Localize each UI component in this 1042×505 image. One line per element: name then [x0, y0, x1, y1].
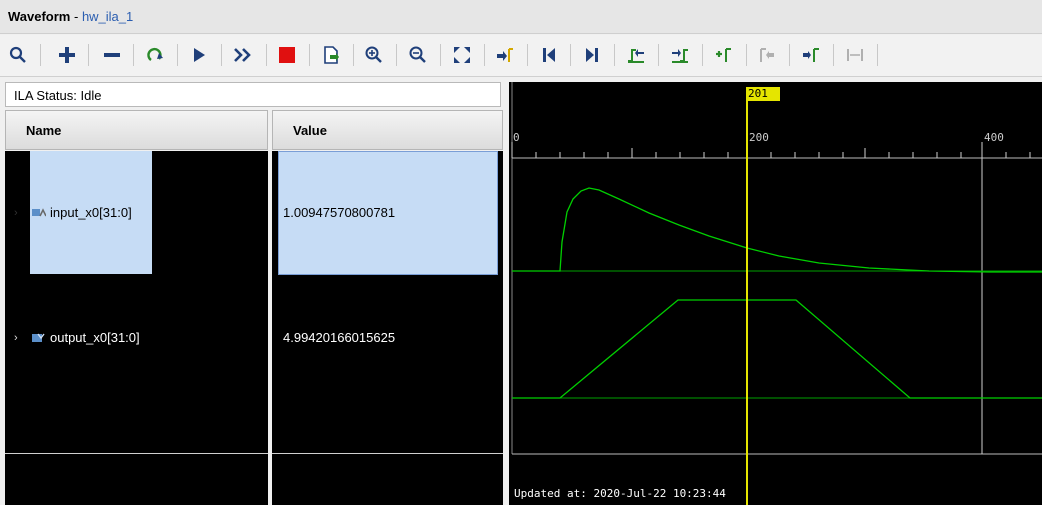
output-waveform	[512, 299, 1042, 399]
toolbar-separator	[833, 44, 834, 66]
toolbar-separator	[353, 44, 354, 66]
toolbar-separator	[746, 44, 747, 66]
title-bar: Waveform - hw_ila_1	[0, 0, 1042, 34]
zoom-out-icon[interactable]	[406, 42, 430, 68]
toolbar-separator	[309, 44, 310, 66]
export-icon[interactable]	[319, 42, 343, 68]
toolbar-separator	[440, 44, 441, 66]
signal-name: output_x0[31:0]	[50, 330, 140, 345]
next-transition-icon[interactable]	[668, 42, 692, 68]
toolbar-separator	[877, 44, 878, 66]
toolbar	[0, 35, 1042, 77]
ruler-tick-label: 0	[513, 131, 520, 144]
go-to-cursor-icon[interactable]	[493, 42, 517, 68]
waveform-canvas[interactable]	[509, 82, 1042, 505]
toolbar-separator	[702, 44, 703, 66]
previous-transition-icon[interactable]	[624, 42, 648, 68]
run-trigger-icon[interactable]	[187, 42, 211, 68]
signal-row-output[interactable]: › output_x0[31:0]	[14, 330, 140, 345]
waveform-panel[interactable]	[509, 82, 1042, 505]
signal-value: 1.00947570800781	[283, 205, 396, 220]
title-separator: -	[70, 9, 82, 24]
go-to-start-icon[interactable]	[537, 42, 561, 68]
ruler-ticks	[511, 142, 1031, 158]
toolbar-separator	[221, 44, 222, 66]
toolbar-separator	[527, 44, 528, 66]
toolbar-separator	[133, 44, 134, 66]
add-icon[interactable]	[55, 42, 79, 68]
remove-icon[interactable]	[100, 42, 124, 68]
signal-value: 4.99420166015625	[283, 330, 396, 345]
run-trigger-immediate-icon[interactable]	[143, 42, 167, 68]
bus-signal-icon	[32, 207, 47, 219]
next-marker-icon[interactable]	[799, 42, 823, 68]
signal-value-input: 1.00947570800781	[283, 205, 395, 220]
row-divider	[272, 453, 503, 454]
toolbar-separator	[570, 44, 571, 66]
toolbar-separator	[789, 44, 790, 66]
toolbar-separator	[88, 44, 89, 66]
name-column-header[interactable]: Name	[5, 110, 268, 150]
zoom-fit-icon[interactable]	[450, 42, 474, 68]
cursor-label[interactable]: 201	[746, 87, 780, 101]
toolbar-separator	[614, 44, 615, 66]
expand-chevron-icon[interactable]: ›	[14, 207, 26, 219]
expand-chevron-icon[interactable]: ›	[14, 332, 26, 344]
previous-marker-icon[interactable]	[755, 42, 779, 68]
zoom-in-icon[interactable]	[362, 42, 386, 68]
add-marker-icon[interactable]	[712, 42, 736, 68]
ila-status: ILA Status: Idle	[5, 82, 501, 107]
signal-value-output: 4.99420166015625	[283, 330, 395, 345]
toolbar-separator	[40, 44, 41, 66]
signal-name: input_x0[31:0]	[50, 205, 132, 220]
toolbar-separator	[177, 44, 178, 66]
toolbar-separator	[658, 44, 659, 66]
toolbar-separator	[484, 44, 485, 66]
swap-cursors-icon[interactable]	[843, 42, 867, 68]
ruler-tick-label: 200	[749, 131, 769, 144]
go-to-end-icon[interactable]	[580, 42, 604, 68]
input-waveform	[512, 187, 1042, 273]
toolbar-separator	[396, 44, 397, 66]
title-prefix: Waveform	[8, 9, 71, 24]
toolbar-separator	[266, 44, 267, 66]
bus-signal-icon	[32, 332, 46, 344]
ruler-tick-label: 400	[984, 131, 1004, 144]
signal-row-input[interactable]: › input_x0[31:0]	[14, 205, 132, 220]
auto-retrigger-icon[interactable]	[231, 42, 255, 68]
stop-icon[interactable]	[275, 42, 299, 68]
window-title: Waveform - hw_ila_1	[8, 9, 133, 24]
ila-name: hw_ila_1	[81, 9, 134, 24]
updated-timestamp: Updated at: 2020-Jul-22 10:23:44	[514, 487, 726, 500]
search-icon[interactable]	[6, 42, 30, 68]
value-column-header[interactable]: Value	[272, 110, 503, 150]
row-divider	[5, 453, 268, 454]
